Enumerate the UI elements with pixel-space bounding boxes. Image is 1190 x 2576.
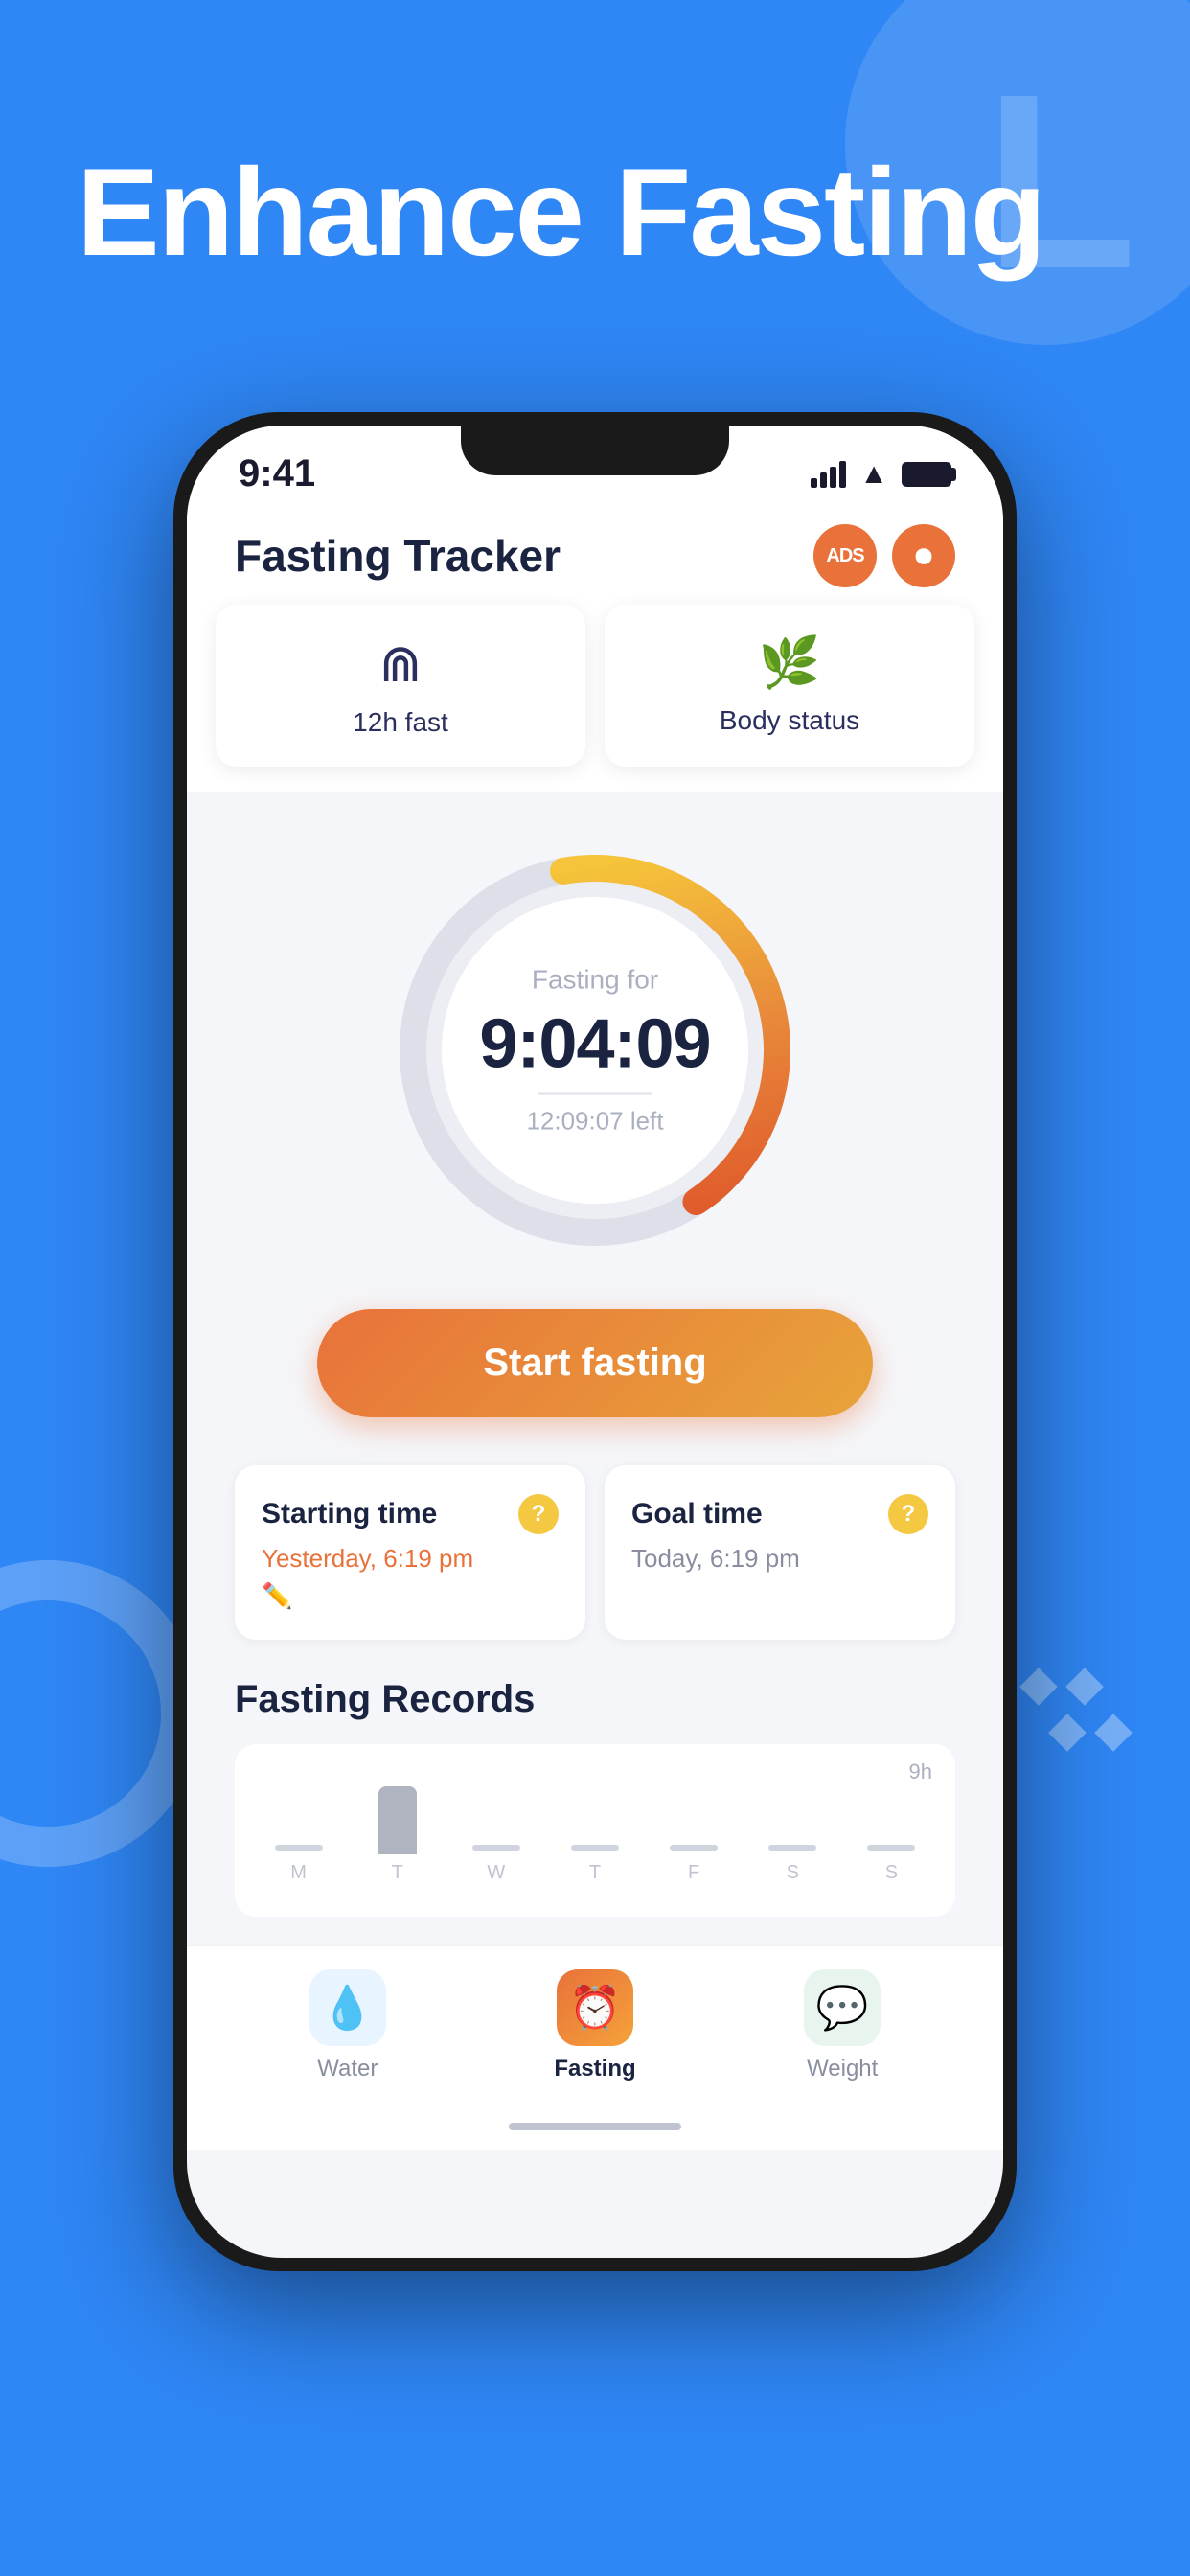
time-cards: Starting time ? Yesterday, 6:19 pm ✏️ Go… — [235, 1465, 955, 1640]
timer-inner: Fasting for 9:04:09 12:09:07 left — [432, 965, 758, 1137]
chart-label-9h: 9h — [909, 1760, 932, 1784]
main-content: Fasting for 9:04:09 12:09:07 left Start … — [187, 792, 1003, 1945]
app-title: Fasting Tracker — [235, 530, 561, 582]
hero-title: Enhance Fasting — [77, 144, 1044, 281]
phone-frame: 9:41 ▲ Fasting Tracker ADS ⏺ — [173, 412, 1017, 2271]
signal-icon — [811, 461, 846, 488]
starting-time-title: Starting time — [262, 1498, 437, 1530]
nav-water[interactable]: 💧 Water — [309, 1969, 386, 2082]
record-button[interactable]: ⏺ — [892, 524, 955, 587]
chart-bar-T2: T — [554, 1786, 635, 1884]
record-icon: ⏺ — [916, 538, 932, 575]
app-header: Fasting Tracker ADS ⏺ — [187, 505, 1003, 605]
nav-weight[interactable]: 💬 Weight — [804, 1969, 881, 2082]
nav-fasting-label: Fasting — [554, 2056, 635, 2082]
phone-notch — [461, 426, 729, 475]
timer-remaining: 12:09:07 left — [432, 1107, 758, 1137]
starting-time-value: Yesterday, 6:19 pm — [262, 1544, 559, 1574]
water-icon: 💧 — [309, 1969, 386, 2046]
tabs-container: ⋒ 12h fast 🌿 Body status — [187, 605, 1003, 792]
fast-label: 12h fast — [353, 707, 448, 738]
chart-bar-M: M — [258, 1786, 339, 1884]
nav-weight-label: Weight — [807, 2056, 878, 2082]
chart-bar-S2: S — [851, 1786, 932, 1884]
starting-time-card: Starting time ? Yesterday, 6:19 pm ✏️ — [235, 1465, 585, 1640]
starting-time-edit[interactable]: ✏️ — [262, 1581, 559, 1611]
body-status-icon: 🌿 — [759, 633, 821, 692]
goal-time-help[interactable]: ? — [888, 1494, 928, 1534]
fasting-icon: ⏰ — [557, 1969, 633, 2046]
chart-bar-F: F — [653, 1786, 735, 1884]
goal-time-title: Goal time — [631, 1498, 763, 1530]
bottom-nav: 💧 Water ⏰ Fasting 💬 Weight — [187, 1945, 1003, 2111]
timer-value: 9:04:09 — [432, 1005, 758, 1084]
ads-button[interactable]: ADS — [813, 524, 877, 587]
home-bar — [509, 2123, 681, 2130]
nav-water-label: Water — [317, 2056, 378, 2082]
header-icons: ADS ⏺ — [813, 524, 955, 587]
chart-bar-W: W — [455, 1786, 537, 1884]
phone-screen: 9:41 ▲ Fasting Tracker ADS ⏺ — [187, 426, 1003, 2258]
records-section: Fasting Records 9h M T — [235, 1678, 955, 1917]
timer-label: Fasting for — [432, 965, 758, 996]
starting-time-help[interactable]: ? — [518, 1494, 559, 1534]
nav-fasting[interactable]: ⏰ Fasting — [554, 1969, 635, 2082]
status-time: 9:41 — [239, 452, 315, 495]
tab-fast[interactable]: ⋒ 12h fast — [216, 605, 585, 767]
battery-icon — [902, 462, 951, 487]
tab-body-status[interactable]: 🌿 Body status — [605, 605, 974, 767]
goal-time-value: Today, 6:19 pm — [631, 1544, 928, 1574]
timer-divider — [538, 1093, 652, 1095]
records-chart: 9h M T — [235, 1744, 955, 1917]
starting-time-header: Starting time ? — [262, 1494, 559, 1534]
status-icons: ▲ — [811, 458, 951, 491]
records-title: Fasting Records — [235, 1678, 955, 1721]
chart-bar-T1: T — [356, 1786, 438, 1884]
weight-icon: 💬 — [804, 1969, 881, 2046]
home-indicator — [187, 2111, 1003, 2150]
timer-circle: Fasting for 9:04:09 12:09:07 left — [384, 840, 806, 1261]
start-fasting-button[interactable]: Start fasting — [317, 1309, 873, 1417]
chart-bar-S1: S — [752, 1786, 834, 1884]
fast-icon: ⋒ — [378, 633, 422, 694]
chart-bars: M T W — [258, 1767, 932, 1894]
bg-circle-left — [0, 1560, 201, 1867]
body-status-label: Body status — [720, 705, 859, 736]
goal-time-header: Goal time ? — [631, 1494, 928, 1534]
wifi-icon: ▲ — [859, 458, 888, 491]
bg-diamond — [1019, 1668, 1133, 1752]
goal-time-card: Goal time ? Today, 6:19 pm — [605, 1465, 955, 1640]
